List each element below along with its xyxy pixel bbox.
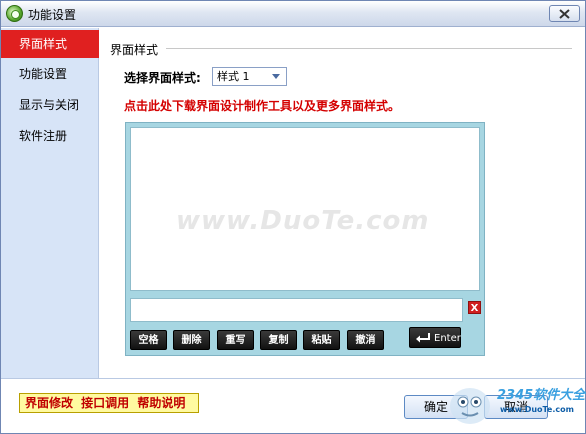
settings-dialog: 功能设置 界面样式 功能设置 显示与关闭 软件注册 界面样式 选择界面样式: 样… (0, 0, 586, 434)
sidebar-item-registration[interactable]: 软件注册 (1, 122, 99, 150)
footer: 界面修改 接口调用 帮助说明 确定 取消 2345软件大全 www.DuoTe.… (1, 378, 585, 433)
clear-icon[interactable]: X (468, 301, 481, 314)
sidebar: 界面样式 功能设置 显示与关闭 软件注册 (1, 28, 99, 378)
key-delete[interactable]: 删除 (173, 330, 210, 350)
mascot-icon (450, 388, 490, 424)
style-select-label: 选择界面样式: (124, 71, 201, 85)
sidebar-item-function-settings[interactable]: 功能设置 (1, 60, 99, 88)
enter-key[interactable]: Enter (409, 327, 461, 348)
enter-key-label: Enter (434, 333, 461, 344)
group-divider (166, 48, 572, 49)
logo-brand-text: 2345软件大全 (497, 388, 586, 403)
style-select[interactable]: 样式 1 (212, 67, 287, 86)
download-tools-link[interactable]: 点击此处下载界面设计制作工具以及更多界面样式。 (124, 97, 400, 114)
style-preview: www.DuoTe.com X 空格 删除 重写 复制 粘贴 撤消 Enter (125, 122, 485, 356)
content-panel: 界面样式 选择界面样式: 样式 1 点击此处下载界面设计制作工具以及更多界面样式… (100, 28, 585, 378)
group-title: 界面样式 (110, 43, 159, 57)
key-paste[interactable]: 粘贴 (303, 330, 340, 350)
close-button[interactable] (549, 5, 580, 22)
close-icon (559, 8, 570, 19)
key-space[interactable]: 空格 (130, 330, 167, 350)
key-copy[interactable]: 复制 (260, 330, 297, 350)
sidebar-item-interface-style[interactable]: 界面样式 (1, 30, 99, 58)
key-undo[interactable]: 撤消 (347, 330, 384, 350)
sidebar-item-display-close[interactable]: 显示与关闭 (1, 91, 99, 119)
preview-input-field[interactable] (130, 298, 463, 322)
logo-url-text: www.DuoTe.com (500, 405, 574, 414)
watermark: www.DuoTe.com (176, 206, 430, 236)
style-select-value: 样式 1 (217, 70, 250, 83)
enter-arrow-icon (416, 333, 430, 343)
key-rewrite[interactable]: 重写 (217, 330, 254, 350)
chevron-down-icon[interactable] (269, 69, 283, 84)
window-title: 功能设置 (28, 8, 77, 22)
site-logo: 2345软件大全 www.DuoTe.com (438, 379, 585, 434)
app-logo-icon (6, 5, 23, 22)
preview-display-area: www.DuoTe.com (130, 127, 480, 291)
title-bar[interactable]: 功能设置 (1, 1, 585, 27)
footer-help-links[interactable]: 界面修改 接口调用 帮助说明 (19, 393, 199, 413)
